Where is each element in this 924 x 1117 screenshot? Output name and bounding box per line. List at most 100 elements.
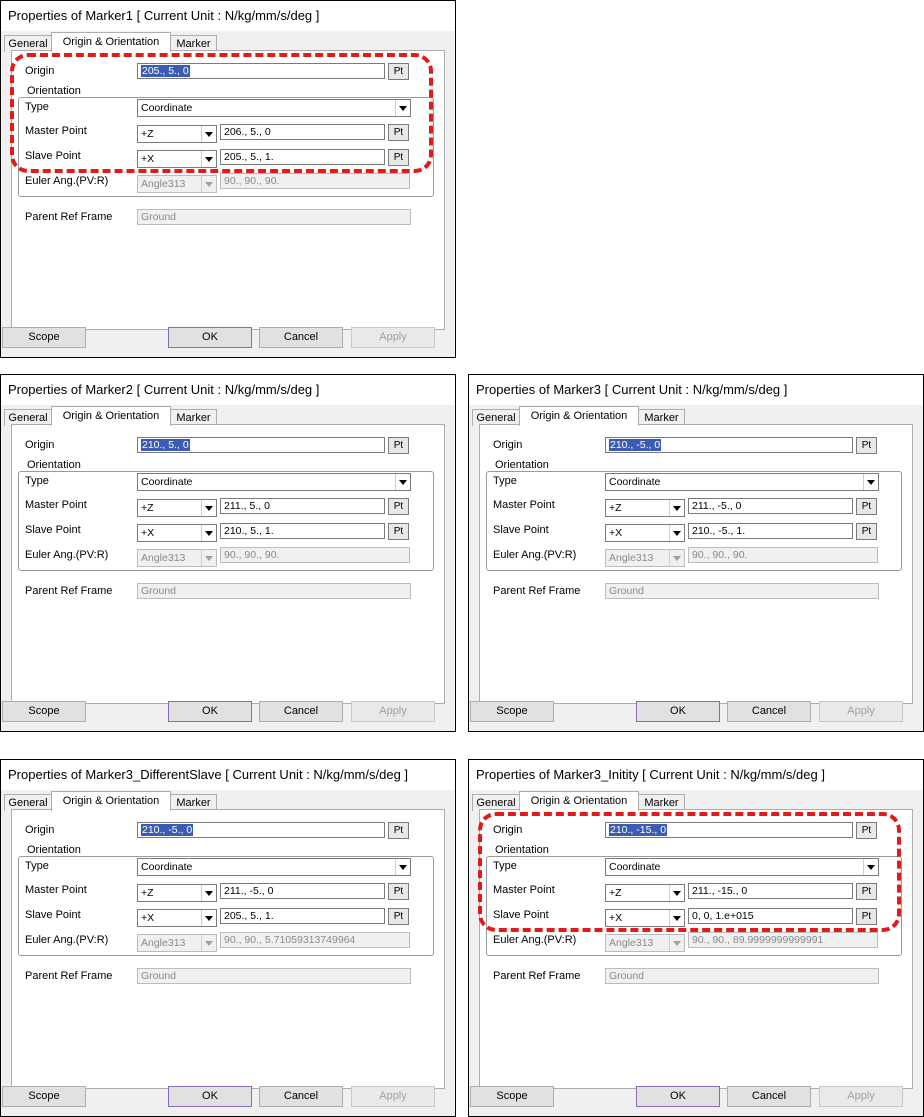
parent-ref-frame-label: Parent Ref Frame: [493, 970, 581, 982]
tab-origin-orientation[interactable]: Origin & Orientation: [519, 791, 639, 811]
chevron-down-icon: [201, 176, 216, 192]
origin-pt-button[interactable]: Pt: [388, 63, 409, 80]
cancel-button[interactable]: Cancel: [259, 701, 343, 722]
master-axis-value: +Z: [609, 502, 622, 514]
slave-axis-value: +X: [141, 527, 155, 539]
master-pt-button[interactable]: Pt: [856, 883, 877, 900]
ok-button[interactable]: OK: [636, 1086, 720, 1107]
chevron-down-icon: [201, 525, 216, 541]
apply-button[interactable]: Apply: [351, 1086, 435, 1107]
master-axis-dropdown[interactable]: +Z: [137, 884, 217, 902]
cancel-button[interactable]: Cancel: [727, 1086, 811, 1107]
origin-field[interactable]: 210., -15., 0: [605, 822, 853, 838]
slave-pt-button[interactable]: Pt: [388, 149, 409, 166]
master-point-field[interactable]: 211., -5., 0: [220, 883, 385, 899]
master-pt-button[interactable]: Pt: [388, 124, 409, 141]
orientation-group-title: Orientation: [25, 85, 83, 97]
type-dropdown[interactable]: Coordinate: [137, 99, 411, 117]
slave-axis-value: +X: [141, 153, 155, 165]
origin-pt-button[interactable]: Pt: [856, 822, 877, 839]
apply-button[interactable]: Apply: [351, 327, 435, 348]
euler-angle-label: Euler Ang.(PV:R): [25, 175, 109, 187]
slave-pt-button[interactable]: Pt: [388, 523, 409, 540]
apply-button[interactable]: Apply: [351, 701, 435, 722]
ok-button[interactable]: OK: [168, 1086, 252, 1107]
tab-origin-orientation[interactable]: Origin & Orientation: [51, 32, 171, 52]
slave-axis-dropdown[interactable]: +X: [605, 909, 685, 927]
master-point-field[interactable]: 206., 5., 0: [220, 124, 385, 140]
cancel-button[interactable]: Cancel: [727, 701, 811, 722]
origin-field[interactable]: 210., -5., 0: [605, 437, 853, 453]
ok-button[interactable]: OK: [168, 327, 252, 348]
type-dropdown[interactable]: Coordinate: [605, 473, 879, 491]
slave-point-field[interactable]: 205., 5., 1.: [220, 149, 385, 165]
ok-button[interactable]: OK: [168, 701, 252, 722]
ok-button[interactable]: OK: [636, 701, 720, 722]
chevron-down-icon: [201, 910, 216, 926]
slave-point-label: Slave Point: [493, 524, 549, 536]
master-axis-dropdown[interactable]: +Z: [605, 884, 685, 902]
slave-axis-dropdown[interactable]: +X: [137, 524, 217, 542]
chevron-down-icon: [201, 500, 216, 516]
master-point-label: Master Point: [25, 499, 87, 511]
type-dropdown[interactable]: Coordinate: [137, 858, 411, 876]
slave-pt-button[interactable]: Pt: [856, 523, 877, 540]
orientation-group-title: Orientation: [25, 844, 83, 856]
slave-point-field[interactable]: 210., -5., 1.: [688, 523, 853, 539]
apply-button[interactable]: Apply: [819, 701, 903, 722]
chevron-down-icon: [669, 500, 684, 516]
type-value: Coordinate: [141, 476, 193, 488]
tab-origin-orientation[interactable]: Origin & Orientation: [51, 406, 171, 426]
scope-button[interactable]: Scope: [470, 701, 554, 722]
orientation-group-title: Orientation: [25, 459, 83, 471]
slave-pt-button[interactable]: Pt: [388, 908, 409, 925]
master-axis-dropdown[interactable]: +Z: [137, 499, 217, 517]
type-dropdown[interactable]: Coordinate: [605, 858, 879, 876]
master-pt-button[interactable]: Pt: [856, 498, 877, 515]
master-point-field[interactable]: 211., -15., 0: [688, 883, 853, 899]
origin-pt-button[interactable]: Pt: [388, 437, 409, 454]
master-pt-button[interactable]: Pt: [388, 883, 409, 900]
origin-pt-button[interactable]: Pt: [856, 437, 877, 454]
chevron-down-icon: [201, 151, 216, 167]
tab-origin-orientation[interactable]: Origin & Orientation: [51, 791, 171, 811]
tab-origin-orientation[interactable]: Origin & Orientation: [519, 406, 639, 426]
origin-field[interactable]: 210., 5., 0: [137, 437, 385, 453]
euler-sequence-dropdown: Angle313: [137, 549, 217, 567]
origin-label: Origin: [25, 824, 55, 836]
euler-angle-field: 90., 90., 90.: [220, 173, 410, 189]
slave-axis-dropdown[interactable]: +X: [137, 909, 217, 927]
slave-point-label: Slave Point: [493, 909, 549, 921]
slave-point-field[interactable]: 210., 5., 1.: [220, 523, 385, 539]
cancel-button[interactable]: Cancel: [259, 327, 343, 348]
chevron-down-icon: [201, 935, 216, 951]
slave-point-field[interactable]: 0, 0, 1.e+015: [688, 908, 853, 924]
scope-button[interactable]: Scope: [2, 701, 86, 722]
type-label: Type: [493, 860, 517, 872]
euler-angle-label: Euler Ang.(PV:R): [493, 549, 577, 561]
slave-axis-dropdown[interactable]: +X: [605, 524, 685, 542]
origin-field[interactable]: 210., -5., 0: [137, 822, 385, 838]
origin-pt-button[interactable]: Pt: [388, 822, 409, 839]
euler-angle-field: 90., 90., 89.9999999999991: [688, 932, 878, 948]
master-point-field[interactable]: 211., -5., 0: [688, 498, 853, 514]
type-dropdown[interactable]: Coordinate: [137, 473, 411, 491]
apply-button[interactable]: Apply: [819, 1086, 903, 1107]
master-axis-dropdown[interactable]: +Z: [605, 499, 685, 517]
cancel-button[interactable]: Cancel: [259, 1086, 343, 1107]
slave-axis-dropdown[interactable]: +X: [137, 150, 217, 168]
master-axis-dropdown[interactable]: +Z: [137, 125, 217, 143]
type-value: Coordinate: [609, 476, 661, 488]
scope-button[interactable]: Scope: [2, 1086, 86, 1107]
chevron-down-icon: [395, 100, 410, 116]
slave-pt-button[interactable]: Pt: [856, 908, 877, 925]
master-pt-button[interactable]: Pt: [388, 498, 409, 515]
master-point-label: Master Point: [25, 125, 87, 137]
chevron-down-icon: [395, 474, 410, 490]
scope-button[interactable]: Scope: [470, 1086, 554, 1107]
chevron-down-icon: [201, 550, 216, 566]
scope-button[interactable]: Scope: [2, 327, 86, 348]
master-point-field[interactable]: 211., 5., 0: [220, 498, 385, 514]
slave-point-field[interactable]: 205., 5., 1.: [220, 908, 385, 924]
origin-field[interactable]: 205., 5., 0: [137, 63, 385, 79]
